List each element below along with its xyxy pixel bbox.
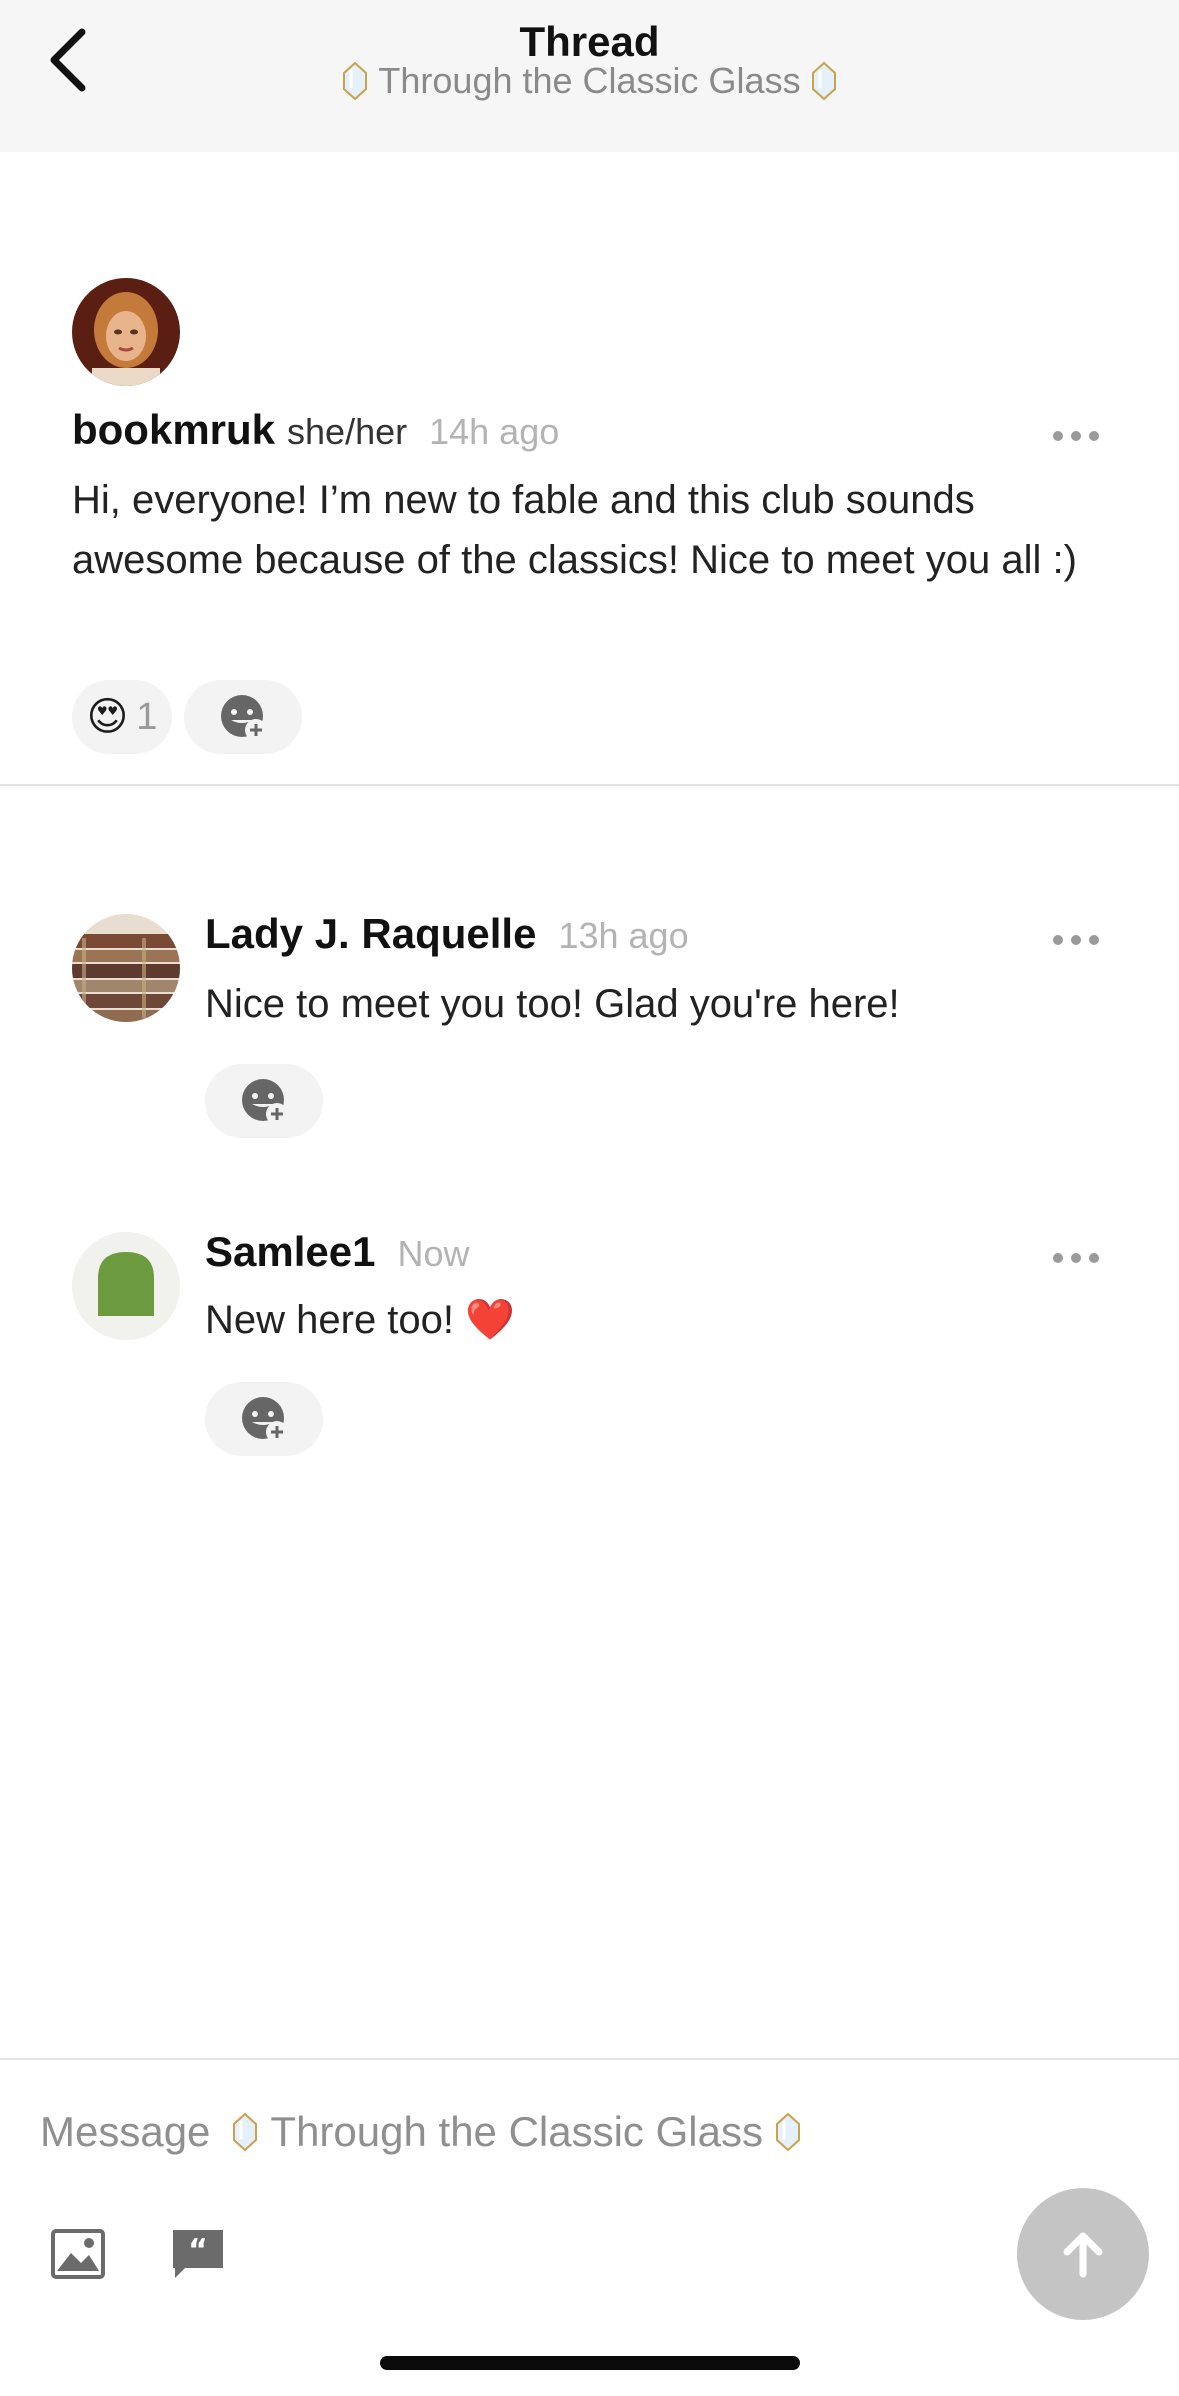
attach-image-button[interactable] <box>48 2224 108 2284</box>
mirror-icon <box>233 2112 258 2152</box>
dot <box>1089 431 1099 441</box>
arrow-up-icon <box>1063 2232 1103 2278</box>
composer-divider <box>0 2058 1179 2060</box>
dot <box>1071 1253 1081 1263</box>
reaction-count: 1 <box>136 695 158 738</box>
username[interactable]: Samlee1 <box>205 1228 375 1276</box>
send-button[interactable] <box>1017 2188 1149 2320</box>
dot <box>1071 935 1081 945</box>
dot <box>1089 935 1099 945</box>
post-header: bookmruk she/her 14h ago <box>72 406 559 454</box>
add-reaction-icon <box>242 1079 288 1125</box>
pronouns: she/her <box>287 411 408 452</box>
post-text: Hi, everyone! I’m new to fable and this … <box>72 478 1077 582</box>
page-title: Thread <box>519 18 660 65</box>
divider <box>0 784 1179 786</box>
add-reaction-icon <box>242 1397 288 1443</box>
more-options-button[interactable] <box>1046 920 1106 960</box>
message-placeholder-club: Through the Classic Glass <box>270 2108 763 2155</box>
reaction-chip[interactable]: 😍 1 <box>72 680 172 754</box>
avatar[interactable] <box>72 914 180 1022</box>
avatar-image <box>72 278 180 386</box>
avatar-image <box>72 1232 180 1340</box>
add-reaction-icon <box>221 695 267 741</box>
post-text: Nice to meet you too! Glad you're here! <box>205 982 900 1026</box>
username[interactable]: Lady J. Raquelle <box>205 910 536 958</box>
avatar-image <box>72 914 180 1022</box>
club-name[interactable]: Through the Classic Glass <box>0 60 1179 102</box>
post-header: Lady J. Raquelle 13h ago <box>205 910 689 958</box>
dot <box>1053 935 1063 945</box>
thread-screen: Thread Through the Classic Glass bookmru… <box>0 0 1179 2396</box>
message-placeholder: Message <box>40 2108 211 2155</box>
mirror-icon <box>343 61 368 101</box>
home-indicator <box>380 2356 800 2370</box>
heart-eyes-emoji: 😍 <box>86 695 129 739</box>
avatar[interactable] <box>72 1232 180 1340</box>
more-options-button[interactable] <box>1046 416 1106 456</box>
club-name-label: Through the Classic Glass <box>378 60 801 101</box>
post-text: New here too! ❤️ <box>205 1298 515 1342</box>
dot <box>1053 431 1063 441</box>
quote-button[interactable]: “ <box>168 2224 228 2284</box>
post-header: Samlee1 Now <box>205 1228 470 1276</box>
message-input[interactable]: Message Through the Classic Glass <box>40 2108 801 2156</box>
dot <box>1053 1253 1063 1263</box>
header-bar: Thread Through the Classic Glass <box>0 0 1179 152</box>
quote-icon: “ <box>173 2230 223 2278</box>
more-options-button[interactable] <box>1046 1238 1106 1278</box>
add-reaction-button[interactable] <box>184 680 302 754</box>
add-reaction-button[interactable] <box>205 1382 323 1456</box>
image-icon <box>51 2229 105 2279</box>
username[interactable]: bookmruk <box>72 406 275 454</box>
mirror-icon <box>811 61 836 101</box>
add-reaction-button[interactable] <box>205 1064 323 1138</box>
mirror-icon <box>775 2112 800 2152</box>
timestamp: 13h ago <box>558 915 689 956</box>
timestamp: Now <box>397 1233 470 1274</box>
timestamp: 14h ago <box>429 411 560 452</box>
avatar[interactable] <box>72 278 180 386</box>
dot <box>1071 431 1081 441</box>
dot <box>1089 1253 1099 1263</box>
svg-text:“: “ <box>188 2233 208 2268</box>
